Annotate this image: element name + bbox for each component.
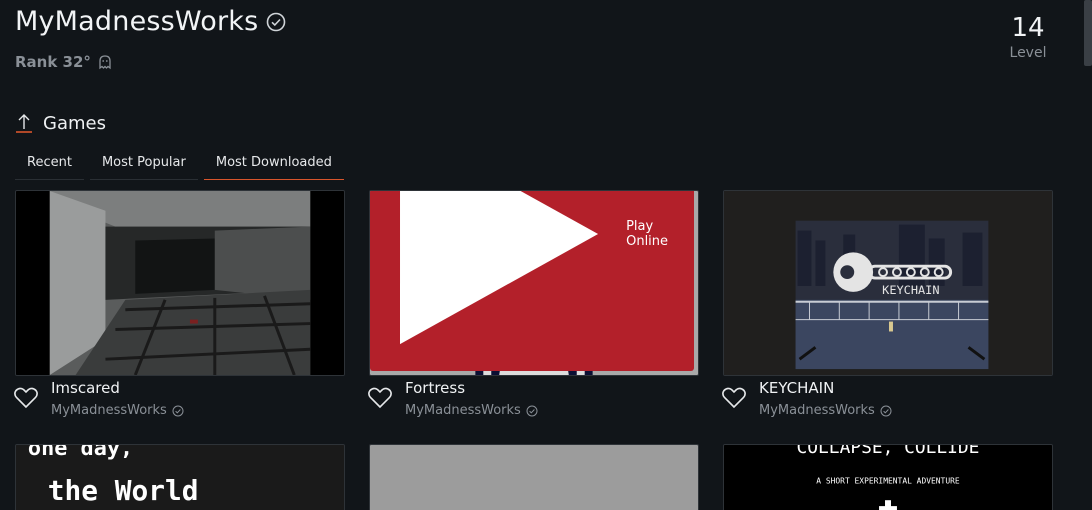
game-thumbnail[interactable]: one day, the World [15,444,345,510]
game-author[interactable]: MyMadnessWorks [405,403,538,418]
game-meta: Imscared MyMadnessWorks [13,376,345,424]
arrow-up-icon [16,114,32,133]
rank-row: Rank 32° [15,53,113,71]
heart-icon[interactable] [367,386,393,410]
game-title[interactable]: Imscared [51,379,120,397]
rank-text: Rank 32° [15,53,91,71]
profile-title: MyMadnessWorks [15,6,286,37]
section-title: Games [43,112,106,134]
tab-recent[interactable]: Recent [15,150,84,180]
play-online-button[interactable]: Play Online [370,191,694,371]
heart-icon[interactable] [13,386,39,410]
game-title[interactable]: KEYCHAIN [759,379,834,397]
verified-icon [267,12,286,31]
ghost-icon [99,55,111,70]
keychain-art-text: KEYCHAIN [882,283,939,297]
game-author[interactable]: MyMadnessWorks [759,403,892,418]
level-label: Level [1009,45,1047,61]
game-card-row2-1: one day, the World [15,444,345,510]
sort-tabs: Recent Most Popular Most Downloaded [15,150,344,180]
game-card-keychain: KEYCHAIN KEYCHAIN MyMadnessWorks [721,190,1053,424]
tab-most-downloaded[interactable]: Most Downloaded [203,150,344,180]
art-subtitle: A SHORT EXPERIMENTAL ADVENTURE [816,476,960,485]
art-line-2: the World [48,474,199,507]
game-thumbnail[interactable] [15,190,345,376]
author-name: MyMadnessWorks [405,403,521,418]
verified-icon [880,405,892,416]
author-name: MyMadnessWorks [759,403,875,418]
verified-icon [172,405,184,416]
game-thumbnail[interactable]: Play Online [369,190,699,376]
game-meta: Fortress MyMadnessWorks [367,376,699,424]
grey-art [370,445,698,510]
tab-most-popular[interactable]: Most Popular [89,150,198,180]
verified-icon [526,405,538,416]
play-online-label: Play Online [626,218,669,249]
game-card-imscared: Imscared MyMadnessWorks [13,190,345,424]
keychain-art: KEYCHAIN [724,191,1052,375]
heart-icon[interactable] [721,386,747,410]
game-author[interactable]: MyMadnessWorks [51,403,184,418]
game-card-row2-3: COLLAPSE, COLLIDE A SHORT EXPERIMENTAL A… [723,444,1053,510]
author-name: MyMadnessWorks [51,403,167,418]
game-card-row2-2 [369,444,699,510]
games-section-header: Games [15,112,106,134]
play-icon [400,191,599,344]
game-thumbnail[interactable]: KEYCHAIN [723,190,1053,376]
game-thumbnail[interactable]: COLLAPSE, COLLIDE A SHORT EXPERIMENTAL A… [723,444,1053,510]
game-card-fortress: Play Online Fortress MyMadnessWorks [367,190,699,424]
imscared-art [16,191,344,375]
one-day-art: one day, the World [16,445,344,510]
art-line-1: one day, [28,445,133,461]
level-box: 14 Level [1004,12,1052,62]
scrollbar-thumb[interactable] [1084,0,1092,66]
game-thumbnail[interactable] [369,444,699,510]
collapse-collide-art: COLLAPSE, COLLIDE A SHORT EXPERIMENTAL A… [724,445,1052,510]
level-value: 14 [1011,13,1045,43]
game-meta: KEYCHAIN MyMadnessWorks [721,376,1053,424]
game-title[interactable]: Fortress [405,379,465,397]
profile-name: MyMadnessWorks [15,6,259,37]
art-title: COLLAPSE, COLLIDE [797,445,980,458]
profile-page: MyMadnessWorks Rank 32° 14 Level Games R… [0,0,1092,510]
